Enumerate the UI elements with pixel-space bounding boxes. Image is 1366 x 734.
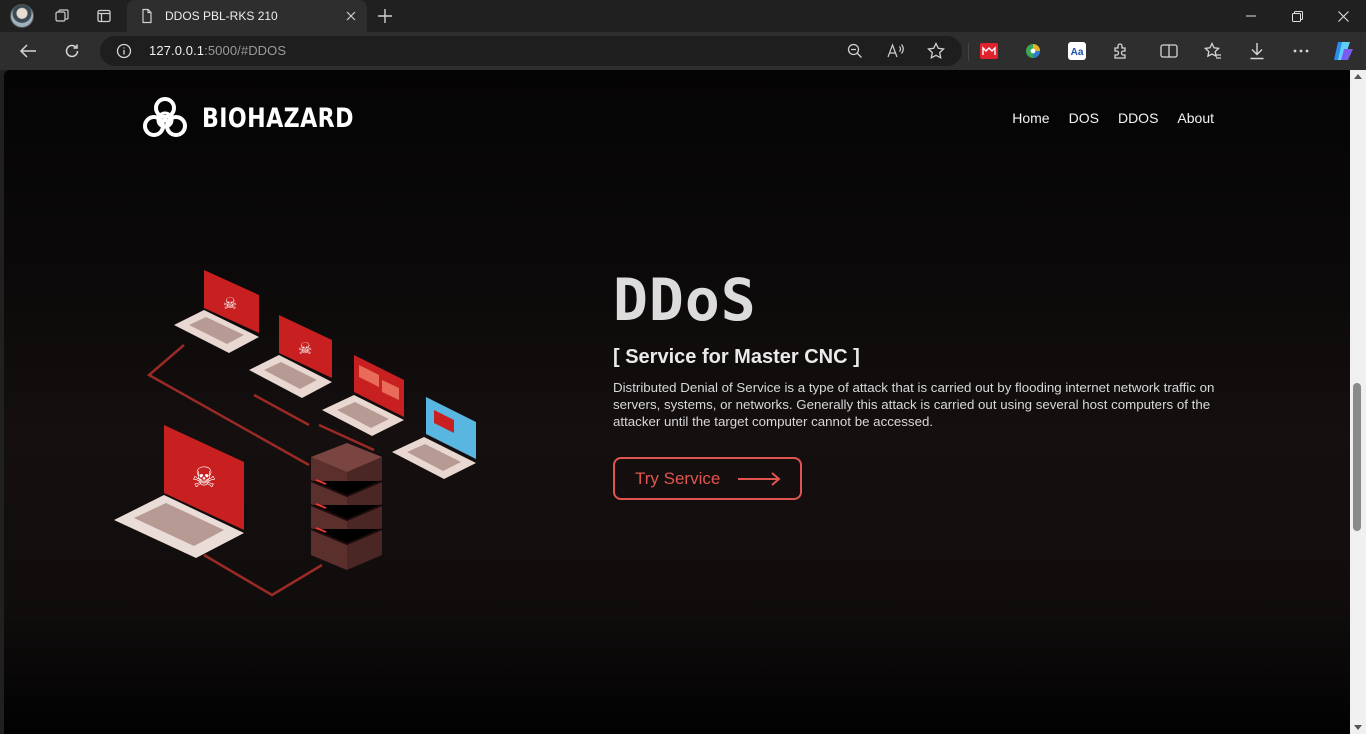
page-icon	[139, 8, 155, 24]
new-tab-plus-icon[interactable]	[372, 4, 398, 28]
read-aloud-icon[interactable]	[885, 41, 907, 61]
laptop-large: ☠	[114, 425, 244, 558]
server-stack	[310, 443, 383, 570]
try-service-button[interactable]: Try Service	[613, 457, 802, 500]
ddos-illustration: ☠ ☠ ☠	[114, 270, 476, 597]
workspaces-icon[interactable]	[45, 2, 79, 30]
tab-title: DDOS PBL-RKS 210	[165, 9, 278, 23]
close-tab-icon[interactable]	[339, 4, 363, 28]
site-logo[interactable]: BIOHAZARD	[141, 95, 387, 141]
laptop-4	[392, 397, 476, 479]
nav-dos[interactable]: DOS	[1069, 110, 1099, 126]
extension-pdf-icon[interactable]	[974, 37, 1004, 65]
laptop-2: ☠	[249, 315, 332, 398]
scrollbar-thumb[interactable]	[1353, 383, 1361, 531]
download-icon[interactable]	[1242, 37, 1272, 65]
restore-icon[interactable]	[1274, 0, 1320, 32]
more-icon[interactable]	[1286, 37, 1316, 65]
extension-color-icon[interactable]	[1018, 37, 1048, 65]
hero-title: DDoS	[613, 266, 757, 334]
favorites-icon[interactable]	[1198, 37, 1228, 65]
minimize-icon[interactable]	[1228, 0, 1274, 32]
nav-about[interactable]: About	[1177, 110, 1214, 126]
brand-name: BIOHAZARD	[202, 102, 354, 134]
back-icon[interactable]	[13, 37, 43, 65]
copilot-icon[interactable]	[1328, 37, 1358, 65]
info-icon[interactable]	[116, 43, 132, 59]
hero-subtitle: [ Service for Master CNC ]	[613, 346, 860, 368]
address-bar[interactable]: 127.0.0.1:5000/#DDOS	[100, 36, 962, 66]
svg-text:☠: ☠	[298, 341, 312, 358]
active-tab[interactable]: DDOS PBL-RKS 210	[127, 0, 367, 32]
page-viewport: BIOHAZARD Home DOS DDOS About ☠ ☠ ☠ DDoS…	[4, 70, 1350, 734]
svg-text:☠: ☠	[191, 462, 216, 493]
scroll-down-arrow[interactable]	[1354, 725, 1362, 730]
svg-text:☠: ☠	[223, 296, 237, 313]
svg-text:Aa: Aa	[1071, 47, 1084, 58]
tab-actions-icon[interactable]	[87, 2, 121, 30]
try-service-label: Try Service	[635, 468, 721, 488]
browser-tab-bar: DDOS PBL-RKS 210	[0, 0, 1366, 32]
split-screen-icon[interactable]	[1154, 37, 1184, 65]
page-scrollbar[interactable]	[1350, 70, 1366, 734]
url-text: 127.0.0.1:5000/#DDOS	[149, 43, 286, 58]
favorite-star-icon[interactable]	[925, 41, 947, 61]
arrow-right-icon	[738, 471, 781, 486]
url-rest: :5000/#DDOS	[204, 43, 287, 58]
extensions-puzzle-icon[interactable]	[1106, 37, 1136, 65]
scroll-up-arrow[interactable]	[1354, 74, 1362, 79]
zoom-out-icon[interactable]	[844, 41, 866, 61]
hero-section: DDoS [ Service for Master CNC ] Distribu…	[613, 266, 1233, 500]
main-nav: Home DOS DDOS About	[1012, 110, 1214, 126]
nav-ddos[interactable]: DDOS	[1118, 110, 1158, 126]
close-window-icon[interactable]	[1320, 0, 1366, 32]
biohazard-icon	[143, 97, 187, 137]
refresh-icon[interactable]	[57, 37, 87, 65]
toolbar-divider	[968, 43, 969, 61]
laptop-3	[322, 355, 404, 436]
nav-home[interactable]: Home	[1012, 110, 1049, 126]
laptop-1: ☠	[174, 270, 259, 353]
hero-description: Distributed Denial of Service is a type …	[613, 380, 1215, 429]
extension-dictionary-icon[interactable]: Aa	[1062, 37, 1092, 65]
url-host: 127.0.0.1	[149, 43, 205, 58]
profile-avatar[interactable]	[10, 4, 34, 28]
browser-toolbar: 127.0.0.1:5000/#DDOS Aa	[0, 32, 1366, 70]
